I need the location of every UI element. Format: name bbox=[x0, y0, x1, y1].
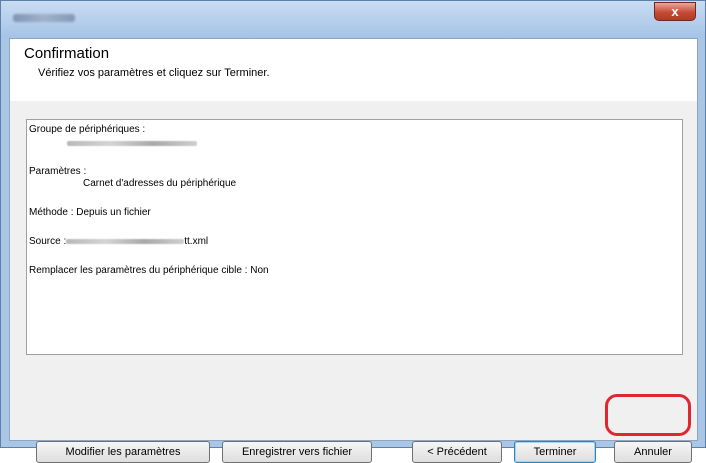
cancel-button[interactable]: Annuler bbox=[614, 441, 692, 463]
source-suffix: tt.xml bbox=[184, 236, 209, 247]
method-line: Méthode : Depuis un fichier bbox=[29, 207, 151, 218]
wizard-body: Groupe de périphériques : Paramètres : C… bbox=[10, 101, 697, 463]
device-group-value-redacted bbox=[67, 138, 197, 149]
dialog-client-area: Confirmation Vérifiez vos paramètres et … bbox=[9, 38, 698, 463]
close-icon: x bbox=[671, 4, 679, 19]
source-path-redacted bbox=[66, 238, 185, 244]
device-group-label: Groupe de périphériques : bbox=[29, 124, 146, 135]
save-to-file-button[interactable]: Enregistrer vers fichier bbox=[222, 441, 372, 463]
finish-button[interactable]: Terminer bbox=[514, 441, 596, 463]
title-bar: x bbox=[1, 1, 705, 38]
modify-settings-button[interactable]: Modifier les paramètres bbox=[36, 441, 210, 463]
previous-button[interactable]: < Précédent bbox=[412, 441, 502, 463]
source-label: Source : bbox=[29, 236, 67, 247]
settings-label: Paramètres : bbox=[29, 166, 87, 177]
summary-box[interactable]: Groupe de périphériques : Paramètres : C… bbox=[26, 119, 683, 355]
dialog-window: x Confirmation Vérifiez vos paramètres e… bbox=[0, 0, 706, 463]
page-subtitle: Vérifiez vos paramètres et cliquez sur T… bbox=[38, 67, 270, 79]
settings-value: Carnet d'adresses du périphérique bbox=[83, 178, 237, 189]
wizard-header: Confirmation Vérifiez vos paramètres et … bbox=[10, 39, 697, 102]
window-title-redacted bbox=[13, 14, 75, 22]
cancel-highlight-circle bbox=[605, 394, 691, 436]
close-button[interactable]: x bbox=[654, 2, 696, 21]
source-line: Source : tt.xml bbox=[29, 236, 208, 247]
replace-line: Remplacer les paramètres du périphérique… bbox=[29, 265, 269, 276]
page-title: Confirmation bbox=[24, 45, 110, 62]
